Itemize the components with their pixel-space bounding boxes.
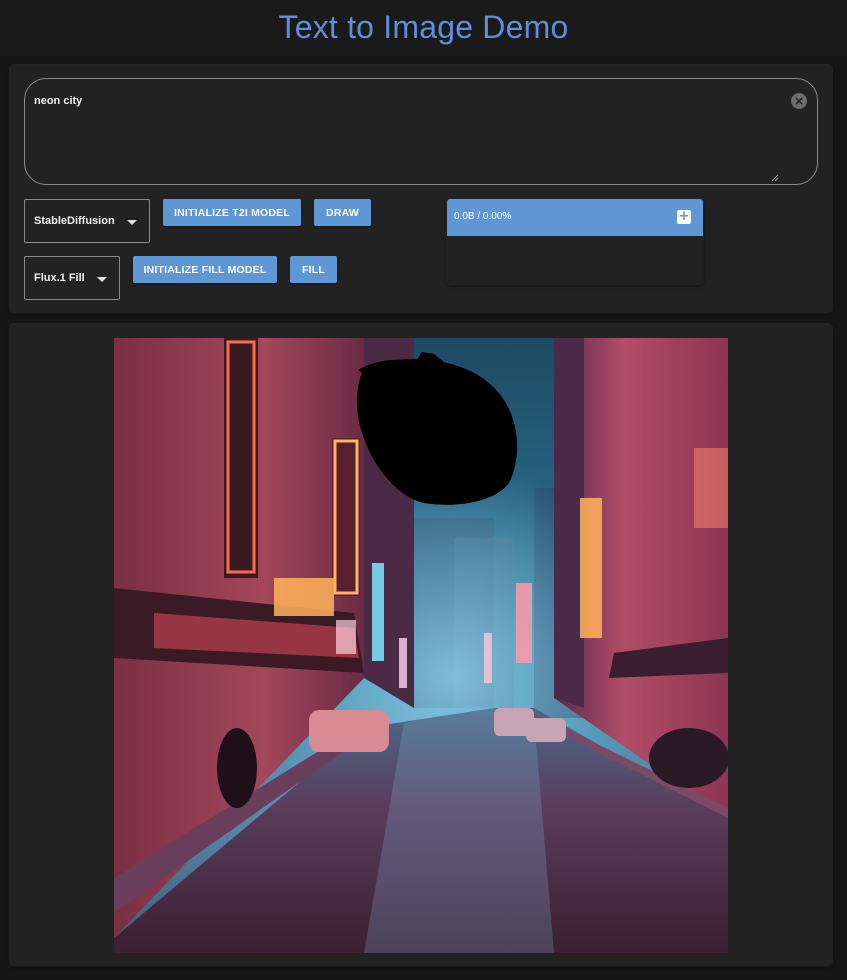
initialize-fill-model-button[interactable]: Initialize Fill Model <box>133 256 277 283</box>
clear-icon[interactable]: × <box>791 93 807 109</box>
prompt-text: neon city <box>34 95 83 107</box>
draw-button[interactable]: Draw <box>314 199 371 226</box>
app-header: Text to Image Demo <box>0 0 847 56</box>
output-card <box>10 324 832 966</box>
page-title: Text to Image Demo <box>278 8 569 45</box>
t2i-model-value: StableDiffusion <box>34 215 115 227</box>
generated-image[interactable] <box>114 338 728 953</box>
fill-model-value: Flux.1 Fill <box>34 272 85 284</box>
prompt-textarea[interactable]: neon city × <box>24 78 818 185</box>
plus-icon[interactable]: + <box>677 210 691 224</box>
progress-text: 0.0B / 0.00% <box>454 211 512 222</box>
chevron-down-icon <box>127 220 137 225</box>
chevron-down-icon <box>97 277 107 282</box>
t2i-model-select[interactable]: StableDiffusion <box>24 199 150 243</box>
initialize-t2i-model-button[interactable]: Initialize T2I Model <box>163 199 301 226</box>
fill-model-select[interactable]: Flux.1 Fill <box>24 256 120 300</box>
fill-button[interactable]: Fill <box>290 256 337 283</box>
resize-handle-icon[interactable] <box>771 174 779 182</box>
progress-panel: 0.0B / 0.00% + <box>447 199 703 285</box>
progress-header: 0.0B / 0.00% + <box>447 199 703 236</box>
controls-card: neon city × StableDiffusion Initialize T… <box>10 65 832 313</box>
